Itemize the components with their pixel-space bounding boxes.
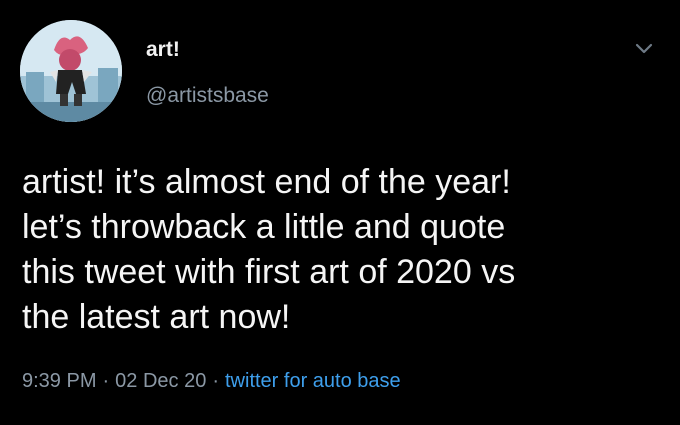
author-name[interactable]: art!: [146, 38, 180, 62]
tweet-date[interactable]: 02 Dec 20: [115, 370, 206, 392]
tweet-text-line: this tweet with first art of 2020 vs: [22, 253, 516, 291]
tweet-text-line: the latest art now!: [22, 298, 291, 336]
tweet-card: art! @artistsbase artist! it’s almost en…: [0, 0, 680, 425]
meta-separator: ·: [102, 370, 110, 392]
tweet-source-link[interactable]: twitter for auto base: [225, 370, 401, 392]
tweet-time[interactable]: 9:39 PM: [22, 370, 96, 392]
chevron-down-icon[interactable]: [632, 36, 656, 60]
tweet-meta: 9:39 PM · 02 Dec 20 · twitter for auto base: [22, 370, 401, 393]
character-avatar-icon: [20, 20, 122, 122]
author-handle[interactable]: @artistsbase: [146, 84, 269, 108]
meta-separator: ·: [212, 370, 219, 392]
tweet-text-line: let’s throwback a little and quote: [22, 208, 506, 246]
tweet-text: artist! it’s almost end of the year! let…: [22, 160, 672, 340]
tweet-text-line: artist! it’s almost end of the year!: [22, 163, 511, 201]
avatar[interactable]: [20, 20, 122, 122]
